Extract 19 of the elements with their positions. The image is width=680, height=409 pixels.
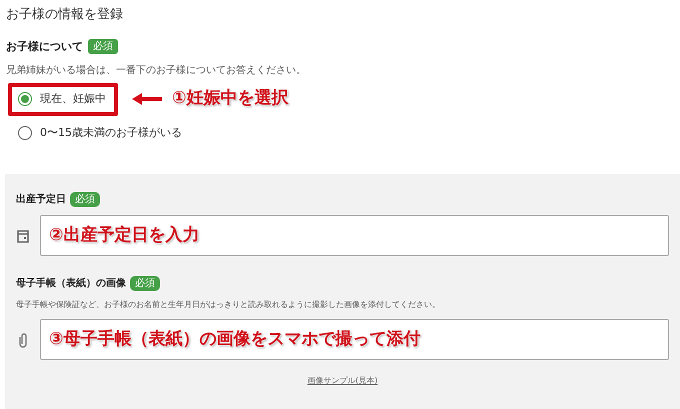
sample-link[interactable]: 画像サンプル(見本) <box>307 375 378 387</box>
field-label: お子様について <box>6 38 83 54</box>
input-field[interactable]: ②出産予定日を入力 <box>40 215 669 256</box>
required-badge: 必須 <box>130 276 160 291</box>
input-field[interactable]: ③母子手帳（表紙）の画像をスマホで撮って添付 <box>40 319 669 360</box>
calendar-icon <box>16 228 30 244</box>
field-label: 母子手帳（表紙）の画像 <box>16 276 126 291</box>
hint-text: 兄弟姉妹がいる場合は、一番下のお子様についてお答えください。 <box>5 64 307 78</box>
required-badge: 必須 <box>70 192 100 207</box>
annotation-text: ②出産予定日を入力 <box>49 224 200 247</box>
required-badge: 必須 <box>88 39 118 54</box>
page-heading: お子様の情報を登録 <box>5 6 124 24</box>
annotation-text: ①妊娠中を選択 <box>172 87 288 110</box>
field-label: 出産予定日 <box>16 192 66 207</box>
arrow-icon <box>130 92 164 106</box>
hint-text: 母子手帳や保険証など、お子様のお名前と生年月日がはっきりと読み取れるように撮影した画像を添付してください。 <box>16 299 441 311</box>
annotation-text: ③母子手帳（表紙）の画像をスマホで撮って添付 <box>49 328 420 351</box>
radio-option[interactable]: 0〜15歳未満のお子様がいる <box>8 116 194 150</box>
radio-option[interactable]: 現在、妊娠中 <box>8 82 118 116</box>
